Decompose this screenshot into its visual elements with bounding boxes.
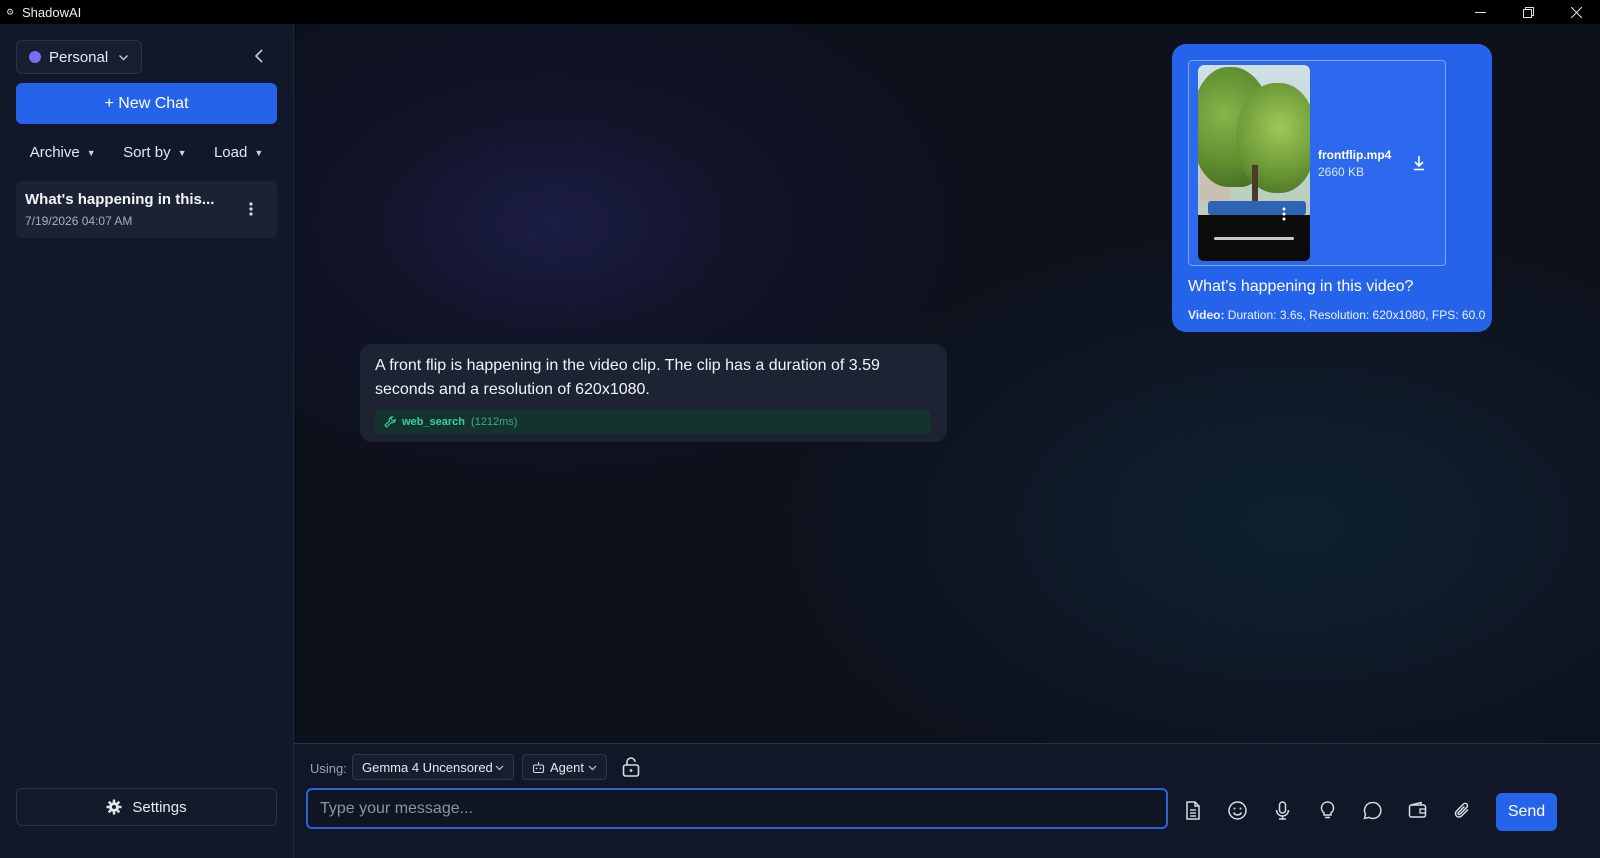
video-thumbnail[interactable] xyxy=(1198,65,1310,261)
chat-filters: Archive ▼ Sort by ▼ Load ▼ xyxy=(16,144,277,161)
conversation-area: frontflip.mp4 2660 KB What's happening i… xyxy=(294,24,1600,743)
chat-date: 7/19/2026 04:07 AM xyxy=(25,214,133,228)
sidebar: Personal + New Chat Archive ▼ Sort by ▼ Lo… xyxy=(0,24,294,858)
more-options-icon[interactable] xyxy=(249,201,253,217)
workspace-dot xyxy=(29,51,41,63)
chevron-down-icon xyxy=(119,54,129,60)
assistant-message-text: A front flip is happening in the video c… xyxy=(375,357,880,398)
unlock-icon[interactable] xyxy=(621,756,641,778)
chevron-down-icon xyxy=(495,765,504,771)
send-button[interactable]: Send xyxy=(1496,793,1557,831)
microphone-icon[interactable] xyxy=(1272,800,1293,821)
archive-label: Archive xyxy=(29,144,80,161)
gear-icon xyxy=(106,799,122,815)
tool-name: web_search xyxy=(402,416,465,428)
close-icon[interactable] xyxy=(1552,0,1600,24)
attachment-file-name: frontflip.mp4 xyxy=(1318,148,1392,162)
caret-down-icon: ▼ xyxy=(86,147,96,158)
workspace-selector[interactable]: Personal xyxy=(16,40,142,74)
settings-button[interactable]: Settings xyxy=(16,788,277,826)
chevron-down-icon xyxy=(588,765,597,771)
using-label: Using: xyxy=(310,761,347,776)
model-name: Gemma 4 Uncensored xyxy=(362,759,493,775)
tool-call-badge[interactable]: web_search (1212ms) xyxy=(375,410,931,434)
composer: Using: Gemma 4 Uncensored Agent Type you… xyxy=(294,743,1600,858)
workspace-label: Personal xyxy=(49,48,109,66)
caret-down-icon: ▼ xyxy=(254,147,264,158)
wallet-icon[interactable] xyxy=(1407,800,1428,821)
sort-by-dropdown[interactable]: Sort by ▼ xyxy=(123,144,186,161)
model-selector[interactable]: Gemma 4 Uncensored xyxy=(352,754,514,780)
new-chat-button[interactable]: + New Chat xyxy=(16,83,277,124)
app-icon: ⚙ xyxy=(6,7,15,17)
window-controls xyxy=(1456,0,1600,24)
attach-icon[interactable] xyxy=(1452,800,1473,821)
caret-down-icon: ▼ xyxy=(177,147,187,158)
archive-dropdown[interactable]: Archive ▼ xyxy=(30,144,96,161)
lightbulb-icon[interactable] xyxy=(1317,800,1338,821)
minimize-icon[interactable] xyxy=(1456,0,1504,24)
settings-label: Settings xyxy=(132,798,187,816)
sort-by-label: Sort by xyxy=(123,144,171,161)
collapse-sidebar-icon[interactable] xyxy=(252,48,268,64)
user-message-text: What's happening in this video? xyxy=(1188,278,1414,295)
title-bar: ⚙ ShadowAI xyxy=(0,0,1600,24)
tool-duration: (1212ms) xyxy=(470,416,518,428)
mode-selector[interactable]: Agent xyxy=(522,754,607,780)
composer-tools xyxy=(1182,800,1497,821)
chat-bubble-icon[interactable] xyxy=(1362,800,1383,821)
chat-list-item[interactable]: What's happening in this... 7/19/2026 04… xyxy=(16,181,277,238)
video-metadata: Video: Duration: 3.6s, Resolution: 620x1… xyxy=(1188,308,1485,322)
robot-icon xyxy=(532,761,545,773)
load-label: Load xyxy=(213,144,248,161)
load-dropdown[interactable]: Load ▼ xyxy=(214,144,263,161)
chat-title: What's happening in this... xyxy=(25,191,215,208)
mode-name: Agent xyxy=(550,759,584,775)
video-options-icon[interactable] xyxy=(1282,207,1286,221)
video-progress-bar[interactable] xyxy=(1214,237,1294,240)
wrench-icon xyxy=(384,416,396,428)
assistant-message: A front flip is happening in the video c… xyxy=(360,344,947,442)
download-icon[interactable] xyxy=(1412,155,1426,171)
emoji-icon[interactable] xyxy=(1227,800,1248,821)
user-message: frontflip.mp4 2660 KB What's happening i… xyxy=(1172,44,1492,332)
video-metadata-label: Video: xyxy=(1188,308,1225,322)
app-title: ShadowAI xyxy=(22,4,82,20)
attachment-file-size: 2660 KB xyxy=(1318,165,1365,179)
video-attachment[interactable]: frontflip.mp4 2660 KB xyxy=(1188,60,1446,266)
video-metadata-value: Duration: 3.6s, Resolution: 620x1080, FP… xyxy=(1227,308,1486,322)
message-input[interactable] xyxy=(306,788,1168,829)
document-icon[interactable] xyxy=(1182,800,1203,821)
restore-icon[interactable] xyxy=(1504,0,1552,24)
